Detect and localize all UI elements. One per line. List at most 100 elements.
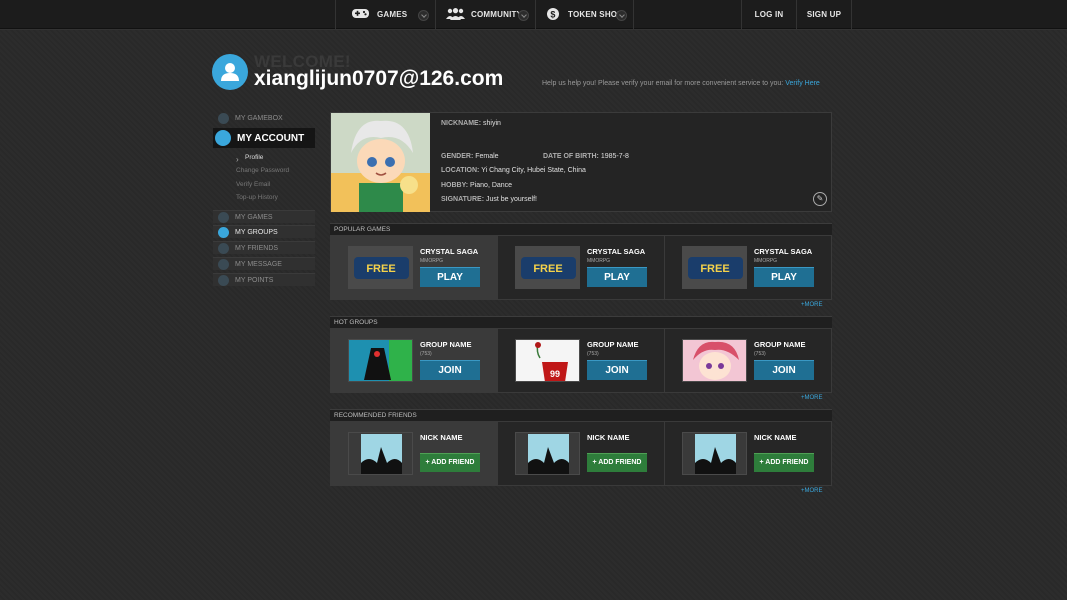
- sidebar-item-my-groups[interactable]: MY GROUPS: [213, 225, 315, 238]
- sidebar-subitem-change-password[interactable]: Change Password: [236, 167, 289, 174]
- login-label: LOG IN: [754, 10, 784, 19]
- popular-games-list: FREE CRYSTAL SAGA MMORPG PLAY FREE CRYST…: [330, 235, 832, 300]
- game-genre: MMORPG: [754, 258, 778, 264]
- profile-signature: SIGNATURE: Just be yourself!: [441, 196, 537, 203]
- location-label: LOCATION:: [441, 167, 480, 174]
- game-genre: MMORPG: [587, 258, 611, 264]
- add-friend-button[interactable]: + ADD FRIEND: [754, 453, 814, 472]
- svg-text:$: $: [550, 9, 555, 19]
- sidebar-item-my-friends[interactable]: MY FRIENDS: [213, 241, 315, 254]
- chevron-down-icon[interactable]: [418, 10, 429, 21]
- nav-community[interactable]: COMMUNITY: [435, 0, 535, 29]
- join-button[interactable]: JOIN: [754, 360, 814, 380]
- nav-games[interactable]: GAMES: [335, 0, 435, 29]
- sidebar-item-label: MY GAMES: [235, 213, 273, 221]
- friend-card: NICK NAME + ADD FRIEND: [331, 422, 498, 485]
- hobby-label: HOBBY:: [441, 182, 469, 189]
- sidebar-subitem-topup-history[interactable]: Top-up History: [236, 194, 278, 201]
- sidebar-item-my-gamebox[interactable]: MY GAMEBOX: [213, 112, 315, 125]
- sidebar-item-my-message[interactable]: MY MESSAGE: [213, 257, 315, 270]
- game-thumbnail[interactable]: FREE: [682, 246, 747, 289]
- play-button[interactable]: PLAY: [754, 267, 814, 287]
- bullet-icon: [218, 274, 229, 286]
- chevron-down-icon[interactable]: [518, 10, 529, 21]
- nav-community-label: COMMUNITY: [471, 10, 523, 19]
- group-name: GROUP NAME: [754, 340, 806, 349]
- profile-card: NICKNAME: shiyin GENDER: Female DATE OF …: [330, 112, 832, 212]
- join-button[interactable]: JOIN: [587, 360, 647, 380]
- sidebar-item-label: MY POINTS: [235, 276, 274, 284]
- profile-gender: GENDER: Female: [441, 153, 499, 160]
- login-link[interactable]: LOG IN: [741, 0, 796, 29]
- profile-nickname: NICKNAME: shiyin: [441, 120, 501, 127]
- game-card: FREE CRYSTAL SAGA MMORPG PLAY: [498, 236, 665, 299]
- game-logo-text: FREE: [533, 263, 562, 275]
- profile-dob: DATE OF BIRTH: 1985-7-8: [543, 153, 629, 160]
- dob-value: 1985-7-8: [600, 153, 629, 160]
- game-thumbnail[interactable]: FREE: [348, 246, 413, 289]
- group-name: GROUP NAME: [587, 340, 639, 349]
- play-button[interactable]: PLAY: [420, 267, 480, 287]
- user-avatar: [212, 54, 248, 90]
- signature-label: SIGNATURE:: [441, 196, 485, 203]
- add-friend-button[interactable]: + ADD FRIEND: [587, 453, 647, 472]
- signup-label: SIGN UP: [806, 10, 842, 19]
- group-name: GROUP NAME: [420, 340, 472, 349]
- nav-token-shop[interactable]: $ TOKEN SHOP: [535, 0, 634, 29]
- group-card: 99 GROUP NAME (753) JOIN: [498, 329, 665, 392]
- nickname-value: shiyin: [483, 120, 501, 127]
- friend-avatar[interactable]: [682, 432, 747, 475]
- sidebar-subitem-profile[interactable]: Profile: [245, 154, 263, 161]
- bullet-icon: [215, 130, 231, 146]
- verify-message: Help us help you! Please verify your ema…: [542, 80, 820, 87]
- hot-groups-header: HOT GROUPS: [330, 316, 832, 328]
- bullet-icon: [218, 258, 229, 270]
- group-thumbnail[interactable]: [682, 339, 747, 382]
- verify-link[interactable]: Verify Here: [785, 80, 820, 87]
- friend-card: NICK NAME + ADD FRIEND: [665, 422, 831, 485]
- recommended-friends-more-link[interactable]: +MORE: [801, 488, 823, 494]
- bullet-icon: [218, 211, 229, 223]
- dollar-icon: $: [547, 7, 559, 22]
- friend-name: NICK NAME: [420, 433, 463, 442]
- popular-games-more-link[interactable]: +MORE: [801, 302, 823, 308]
- group-member-count: (753): [587, 351, 599, 357]
- hot-groups-list: GROUP NAME (753) JOIN 99 GROUP NAME (753…: [330, 328, 832, 393]
- chevron-right-icon: ›: [236, 155, 239, 164]
- recommended-friends-header: RECOMMENDED FRIENDS: [330, 409, 832, 421]
- dob-label: DATE OF BIRTH:: [543, 153, 599, 160]
- sidebar-subitem-verify-email[interactable]: Verify Email: [236, 181, 270, 188]
- sidebar-item-my-account[interactable]: MY ACCOUNT: [213, 128, 315, 148]
- friend-name: NICK NAME: [587, 433, 630, 442]
- sidebar-item-label: MY ACCOUNT: [237, 132, 305, 144]
- game-name: CRYSTAL SAGA: [420, 247, 479, 256]
- hot-groups-more-link[interactable]: +MORE: [801, 395, 823, 401]
- gamepad-icon: [352, 8, 369, 21]
- friend-name: NICK NAME: [754, 433, 797, 442]
- add-friend-button[interactable]: + ADD FRIEND: [420, 453, 480, 472]
- chevron-down-icon[interactable]: [616, 10, 627, 21]
- group-card: GROUP NAME (753) JOIN: [331, 329, 498, 392]
- game-thumbnail[interactable]: FREE: [515, 246, 580, 289]
- edit-profile-icon[interactable]: ✎: [813, 192, 827, 206]
- profile-hobby: HOBBY: Piano, Dance: [441, 182, 512, 189]
- game-genre: MMORPG: [420, 258, 444, 264]
- popular-games-header: POPULAR GAMES: [330, 223, 832, 235]
- group-member-count: (753): [420, 351, 432, 357]
- group-thumbnail[interactable]: [348, 339, 413, 382]
- signup-link[interactable]: SIGN UP: [796, 0, 852, 29]
- group-member-count: (753): [754, 351, 766, 357]
- recommended-friends-list: NICK NAME + ADD FRIEND NICK NAME + ADD F…: [330, 421, 832, 486]
- verify-text: Help us help you! Please verify your ema…: [542, 80, 784, 87]
- friend-avatar[interactable]: [515, 432, 580, 475]
- group-thumbnail[interactable]: 99: [515, 339, 580, 382]
- play-button[interactable]: PLAY: [587, 267, 647, 287]
- bullet-icon: [218, 242, 229, 254]
- sidebar-item-label: MY GAMEBOX: [235, 115, 283, 122]
- nickname-label: NICKNAME:: [441, 120, 482, 127]
- group-card: GROUP NAME (753) JOIN: [665, 329, 831, 392]
- join-button[interactable]: JOIN: [420, 360, 480, 380]
- friend-avatar[interactable]: [348, 432, 413, 475]
- sidebar-item-my-games[interactable]: MY GAMES: [213, 210, 315, 223]
- sidebar-item-my-points[interactable]: MY POINTS: [213, 273, 315, 286]
